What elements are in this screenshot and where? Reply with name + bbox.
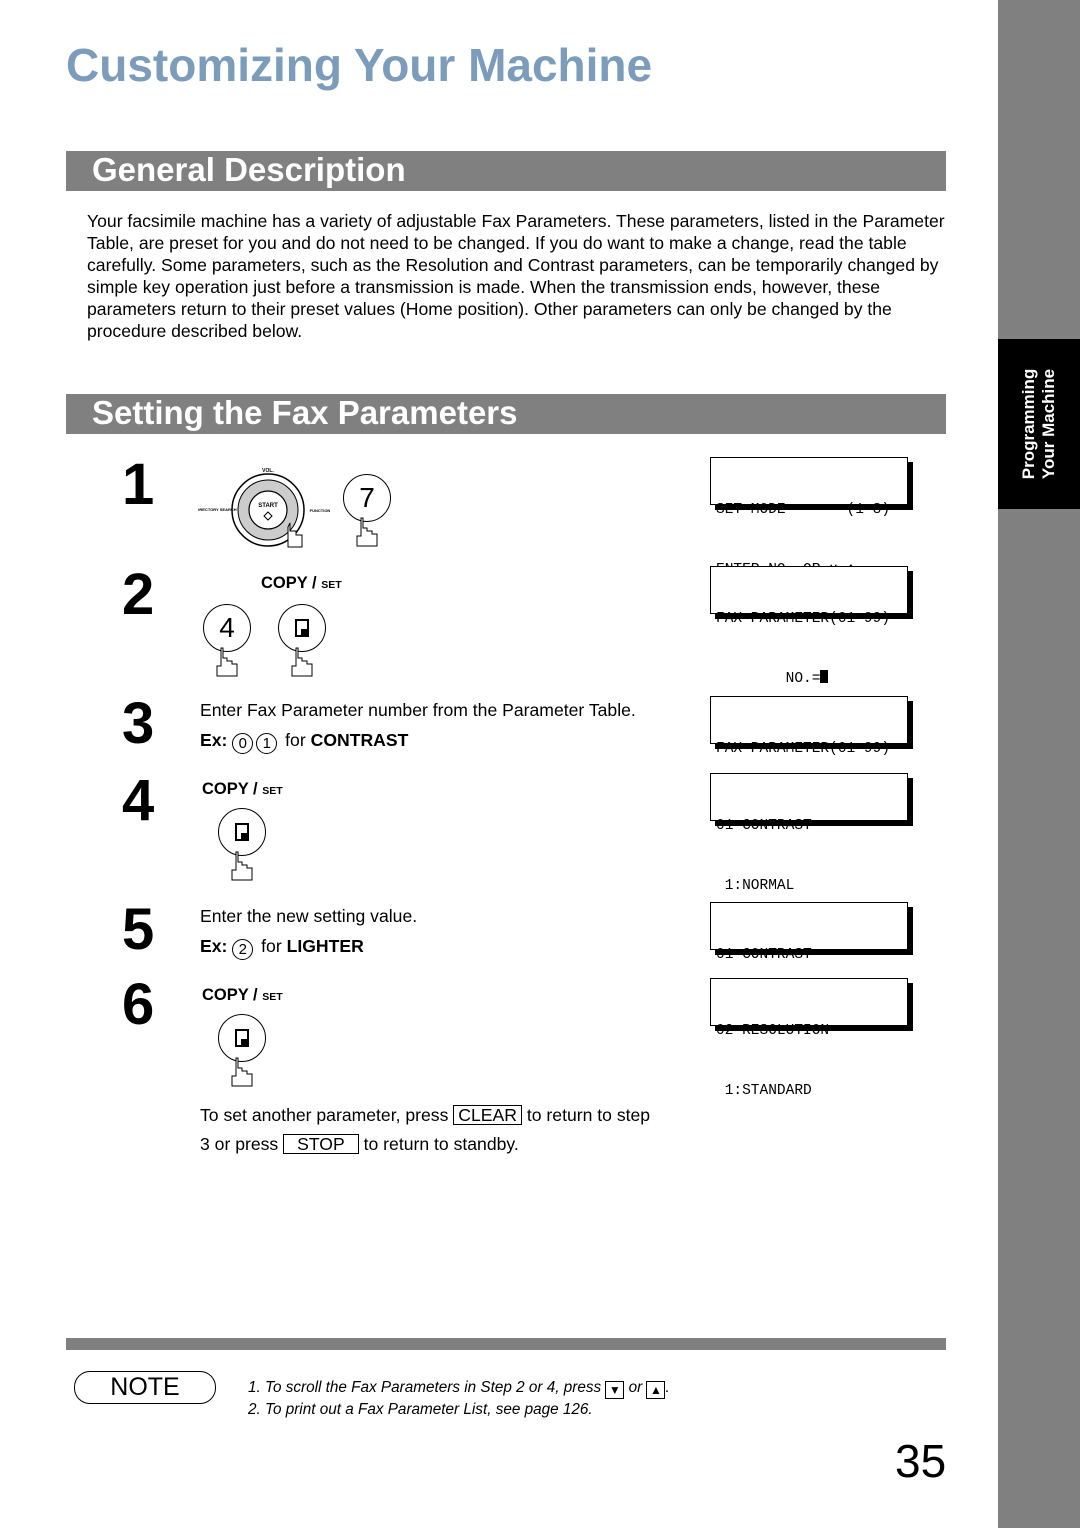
copy-set-label: COPY / SET	[202, 780, 283, 798]
lcd-line-2: NO.=	[716, 669, 907, 689]
section-title: Setting the Fax Parameters	[92, 394, 518, 431]
chapter-tab: Programming Your Machine	[998, 339, 1080, 509]
lcd-display: 01 CONTRAST 1:NORMAL	[710, 773, 908, 894]
step-number: 3	[122, 691, 155, 756]
example-line: Ex: 2 for LIGHTER	[200, 936, 364, 960]
page-number: 35	[895, 1435, 947, 1487]
down-arrow-icon: ▼	[605, 1381, 625, 1399]
page-title: Customizing Your Machine	[66, 39, 653, 91]
step-number: 6	[122, 972, 155, 1037]
lcd-display: 01 CONTRAST 2:LIGHTER	[710, 902, 908, 1023]
copy-set-label: COPY / SET	[261, 574, 342, 592]
key-label: 7	[359, 482, 375, 513]
lcd-display: 02 RESOLUTION 1:STANDARD	[710, 978, 908, 1099]
pointing-hand-icon	[356, 517, 378, 547]
copy-icon	[235, 1029, 249, 1047]
note-item: 1. To scroll the Fax Parameters in Step …	[248, 1379, 670, 1399]
start-label: START	[258, 503, 278, 509]
divider-bar	[66, 1338, 946, 1350]
lcd-line-1: 01 CONTRAST	[716, 947, 812, 963]
key-2-icon: 2	[232, 939, 254, 960]
stop-key: STOP	[283, 1134, 359, 1154]
intro-paragraph: Your facsimile machine has a variety of …	[87, 211, 945, 341]
lcd-display: FAX PARAMETER(01-99) NO.=01	[710, 696, 908, 817]
section-header-setting: Setting the Fax Parameters	[66, 394, 946, 434]
lcd-line-1: SET MODE (1-8)	[716, 502, 891, 518]
lcd-line-1: FAX PARAMETER(01-99)	[716, 611, 891, 627]
copy-icon	[295, 619, 309, 637]
pointing-hand-icon	[231, 1057, 253, 1087]
key-1-icon: 1	[256, 733, 278, 754]
lcd-line-2: 1:NORMAL	[716, 878, 795, 894]
example-line: Ex: 01 for CONTRAST	[200, 730, 409, 754]
step-number: 1	[122, 452, 155, 517]
key-0-icon: 0	[232, 733, 254, 754]
return-instruction-line-1: To set another parameter, press CLEAR to…	[200, 1105, 651, 1125]
navigation-dial-icon[interactable]: START VOL. DIRECTORY SEARCH FUNCTION	[198, 462, 358, 552]
step-number: 2	[122, 562, 155, 627]
step-instruction: Enter the new setting value.	[200, 906, 418, 926]
copy-set-button[interactable]	[218, 1014, 266, 1062]
note-item: 2. To print out a Fax Parameter List, se…	[248, 1401, 593, 1418]
chapter-tab-line1: Programming	[1019, 368, 1038, 480]
pointing-hand-icon	[291, 647, 313, 677]
pointing-hand-icon	[231, 851, 253, 881]
key-4-button[interactable]: 4	[203, 604, 251, 652]
clear-key: CLEAR	[453, 1105, 522, 1125]
copy-set-button[interactable]	[218, 808, 266, 856]
lcd-display: SET MODE (1-8) ENTER NO. OR ∨ ∧	[710, 457, 908, 578]
section-title: General Description	[92, 151, 406, 188]
pointing-hand-icon	[216, 647, 238, 677]
copy-icon	[235, 823, 249, 841]
return-instruction-line-2: 3 or press STOP to return to standby.	[200, 1134, 519, 1154]
lcd-line-1: 02 RESOLUTION	[716, 1023, 830, 1039]
step-number: 5	[122, 897, 155, 962]
copy-set-button[interactable]	[278, 604, 326, 652]
step-number: 4	[122, 768, 155, 833]
copy-set-label: COPY / SET	[202, 986, 283, 1004]
side-strip	[998, 0, 1080, 1528]
vol-label: VOL.	[262, 468, 274, 474]
chapter-tab-line2: Your Machine	[1039, 368, 1058, 480]
key-label: 4	[219, 612, 235, 643]
notes-list: 1. To scroll the Fax Parameters in Step …	[248, 1377, 670, 1421]
note-badge: NOTE	[74, 1371, 216, 1404]
up-arrow-icon: ▲	[646, 1381, 666, 1399]
step-instruction: Enter Fax Parameter number from the Para…	[200, 700, 636, 720]
lcd-line-1: FAX PARAMETER(01-99)	[716, 741, 891, 757]
cursor-block	[820, 670, 829, 683]
lcd-line-1: 01 CONTRAST	[716, 818, 812, 834]
section-header-general: General Description	[66, 151, 946, 191]
lcd-display: FAX PARAMETER(01-99) NO.=	[710, 566, 908, 687]
key-7-button[interactable]: 7	[343, 474, 391, 522]
function-label: FUNCTION	[310, 508, 331, 513]
directory-search-label: DIRECTORY SEARCH	[198, 507, 237, 512]
lcd-line-2: 1:STANDARD	[716, 1083, 812, 1099]
